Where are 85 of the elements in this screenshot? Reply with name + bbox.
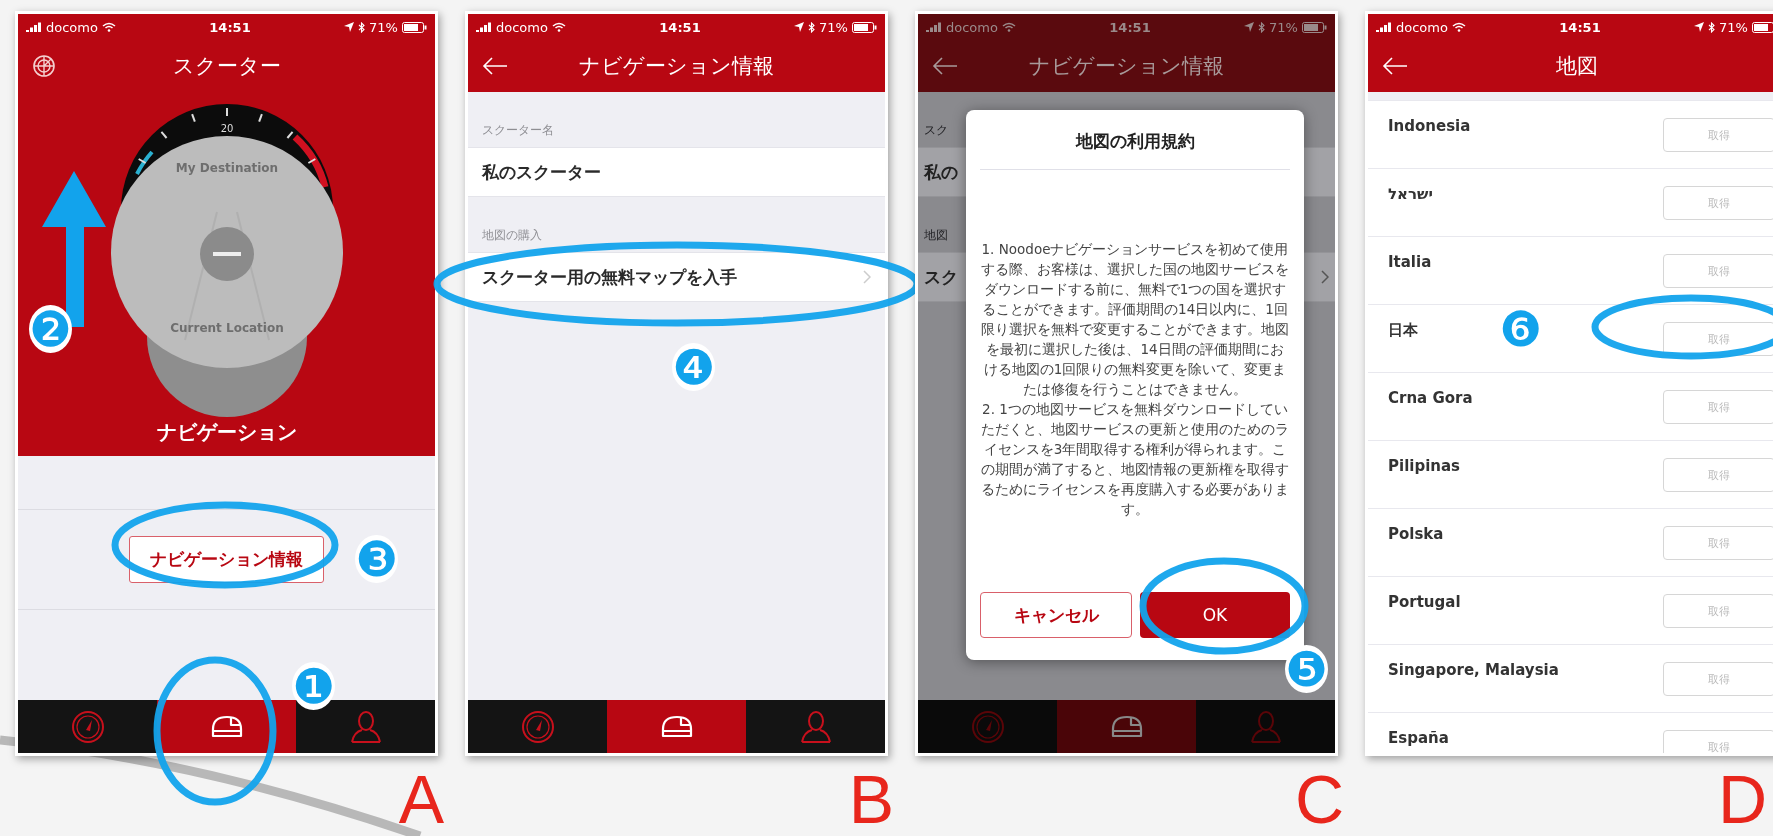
country-name: 日本 bbox=[1388, 320, 1418, 341]
get-button[interactable]: 取得 bbox=[1663, 118, 1773, 152]
screen-title: 地図 bbox=[1554, 53, 1599, 80]
speedometer-icon[interactable] bbox=[70, 709, 105, 744]
battery-icon bbox=[1752, 21, 1773, 33]
ok-button[interactable]: OK bbox=[1140, 592, 1290, 638]
bluetooth-icon bbox=[358, 21, 366, 33]
carrier-name: docomo bbox=[946, 19, 998, 35]
battery-icon bbox=[402, 21, 427, 33]
radar-icon[interactable] bbox=[32, 54, 56, 78]
section-header: スク bbox=[924, 122, 948, 139]
list-row[interactable]: 私のスクーター bbox=[468, 147, 885, 197]
current-location-label: Current Location bbox=[169, 321, 284, 335]
signal-icon bbox=[476, 22, 492, 32]
screen-title: ナビゲーション情報 bbox=[1028, 53, 1225, 80]
wifi-icon bbox=[551, 22, 566, 32]
country-name: Pilipinas bbox=[1388, 456, 1461, 477]
location-arrow-icon bbox=[344, 22, 355, 32]
country-name: Italia bbox=[1388, 252, 1432, 273]
location-arrow-icon bbox=[1244, 22, 1255, 32]
cancel-button[interactable]: キャンセル bbox=[980, 592, 1132, 638]
country-name: Polska bbox=[1388, 524, 1444, 545]
mode-label: ナビゲーション bbox=[156, 419, 297, 446]
status-time: 14:51 bbox=[209, 19, 251, 35]
country-name: Crna Gora bbox=[1388, 388, 1473, 409]
bluetooth-icon bbox=[1708, 21, 1716, 33]
signal-icon bbox=[1376, 22, 1392, 32]
section-header: スクーター名 bbox=[482, 122, 554, 139]
location-arrow-icon bbox=[794, 22, 805, 32]
tab[interactable] bbox=[157, 700, 296, 753]
get-button[interactable]: 取得 bbox=[1663, 730, 1773, 753]
section-header: 地図の購入 bbox=[482, 227, 542, 244]
get-button[interactable]: 取得 bbox=[1663, 458, 1773, 492]
back-arrow-icon[interactable] bbox=[932, 56, 958, 76]
terms-paragraph: 2. 1つの地図サービスを無料ダウンロードしていただくと、地図サービスの更新と使用のためのライセンスを3年間取得する権利が得られます。この期間が満了すると、地図情報の更新権を取得するためにライセンスを再度購入する必要があります。 bbox=[980, 400, 1290, 519]
tab[interactable] bbox=[607, 700, 746, 753]
speedometer-icon[interactable] bbox=[520, 709, 555, 744]
battery-percent: 71% bbox=[1269, 19, 1298, 35]
signal-icon bbox=[26, 22, 42, 32]
person-icon[interactable] bbox=[349, 709, 382, 744]
screen-letter: D bbox=[1716, 764, 1767, 834]
status-time: 14:51 bbox=[1109, 19, 1151, 35]
bluetooth-icon bbox=[1258, 21, 1266, 33]
location-arrow-icon bbox=[1694, 22, 1705, 32]
get-button[interactable]: 取得 bbox=[1663, 662, 1773, 696]
get-button[interactable]: 取得 bbox=[1663, 594, 1773, 628]
dial-tick-label: 20 bbox=[220, 123, 233, 134]
get-button[interactable]: 取得 bbox=[1663, 186, 1773, 220]
country-name: España bbox=[1388, 728, 1449, 749]
chevron-right-icon bbox=[863, 270, 871, 284]
status-time: 14:51 bbox=[1559, 19, 1601, 35]
section-header: 地図 bbox=[924, 227, 948, 244]
battery-percent: 71% bbox=[819, 19, 848, 35]
battery-percent: 71% bbox=[1719, 19, 1748, 35]
country-name: Indonesia bbox=[1388, 116, 1471, 137]
bluetooth-icon bbox=[808, 21, 816, 33]
get-button[interactable]: 取得 bbox=[1663, 526, 1773, 560]
destination-label: My Destination bbox=[175, 161, 278, 175]
person-icon[interactable] bbox=[799, 709, 832, 744]
dialog-title: 地図の利用規約 bbox=[980, 110, 1290, 170]
carrier-name: docomo bbox=[1396, 19, 1448, 35]
screen-title: スクーター bbox=[171, 53, 282, 80]
carrier-name: docomo bbox=[46, 19, 98, 35]
battery-percent: 71% bbox=[369, 19, 398, 35]
get-button[interactable]: 取得 bbox=[1663, 254, 1773, 288]
battery-icon bbox=[852, 21, 877, 33]
screen-title: ナビゲーション情報 bbox=[578, 53, 775, 80]
screen-letter: A bbox=[397, 764, 444, 834]
dial-drawing[interactable] bbox=[110, 104, 343, 417]
wifi-icon bbox=[1001, 22, 1016, 32]
carrier-name: docomo bbox=[496, 19, 548, 35]
status-time: 14:51 bbox=[659, 19, 701, 35]
screen-letter: C bbox=[1293, 764, 1344, 834]
get-button[interactable]: 取得 bbox=[1663, 390, 1773, 424]
wifi-icon bbox=[1451, 22, 1466, 32]
country-name: Singapore, Malaysia bbox=[1388, 660, 1559, 681]
terms-paragraph: 1. Noodoeナビゲーションサービスを初めて使用する際、お客様は、選択した国の地図サービスをダウンロードする前に、無料で1つの国を選択することができます。評価期間の14日以内に、1回限り選択を無料で変更することができます。地図を最初に選択した後は、14日間の評価期間における地図の1回限りの無料変更を除いて、変更または修復を行うことはできません。 bbox=[980, 240, 1290, 399]
battery-icon bbox=[1302, 21, 1327, 33]
country-name: ישראל bbox=[1388, 184, 1433, 205]
list-row[interactable]: スクーター用の無料マップを入手 bbox=[468, 252, 885, 302]
signal-icon bbox=[926, 22, 942, 32]
chevron-right-icon bbox=[1321, 270, 1329, 284]
country-name: Portugal bbox=[1388, 592, 1461, 613]
wifi-icon bbox=[101, 22, 116, 32]
screen-letter: B bbox=[847, 764, 894, 834]
